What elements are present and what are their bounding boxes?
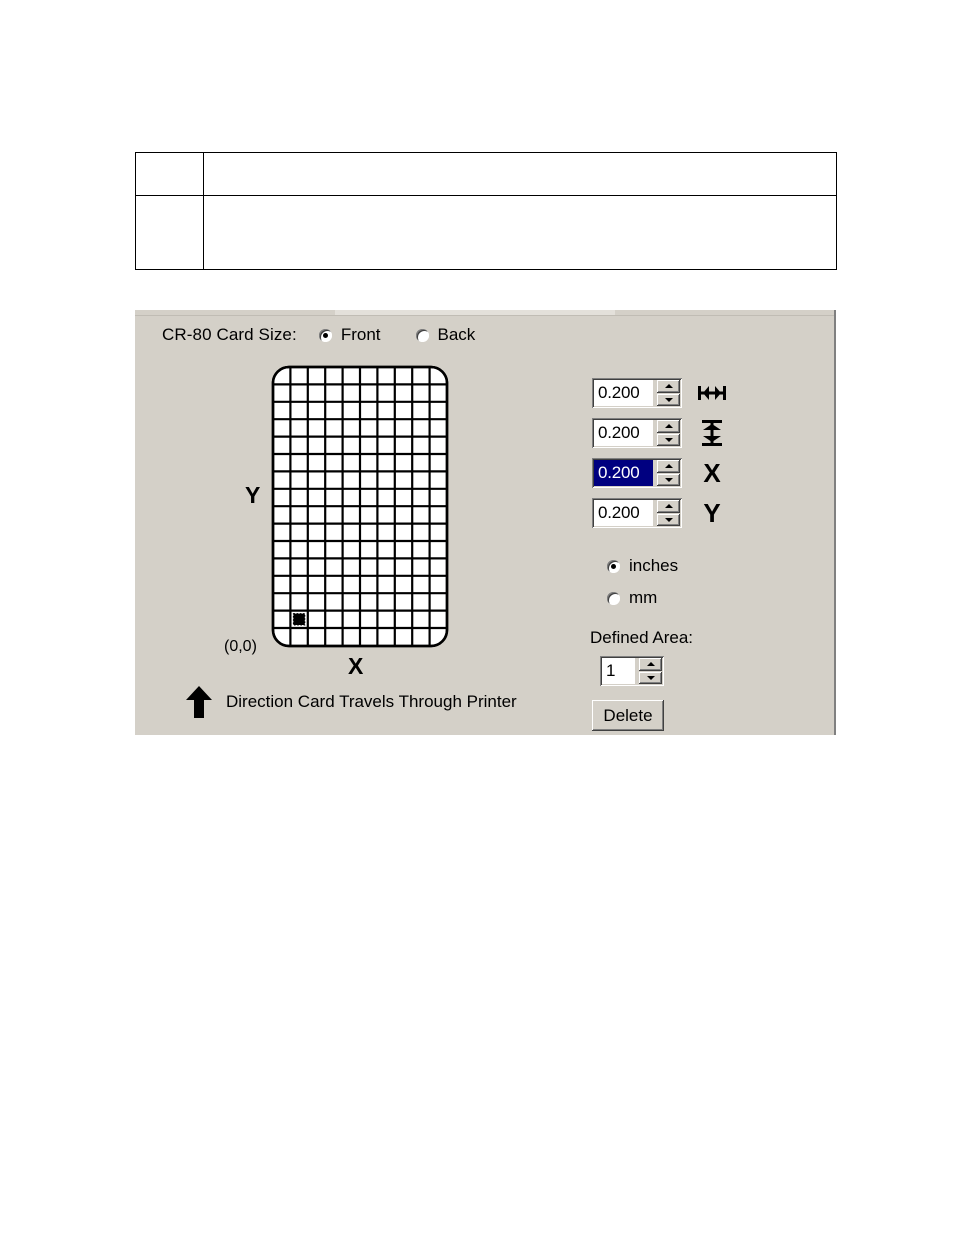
y-position-spinner[interactable]: 0.200 [592,498,682,528]
table-row [136,196,836,269]
height-spin-down-button[interactable] [657,433,680,446]
y-position-spin-down-button[interactable] [657,513,680,526]
defined-area-spin-down-button[interactable] [639,671,662,684]
chevron-up-icon [646,662,655,667]
dimension-row-height: 0.200 [592,418,728,448]
y-axis-label: Y [245,482,261,508]
document-table [135,152,837,270]
y-position-spin-buttons[interactable] [657,500,680,526]
chevron-down-icon [664,477,673,482]
origin-label: (0,0) [224,638,257,655]
table-cell-content [204,196,836,269]
card-size-row: CR-80 Card Size: Front Back [162,325,475,345]
radio-front-label: Front [340,325,381,344]
dimension-row-y: 0.200 Y [592,498,728,528]
radio-mm-label: mm [629,588,658,607]
height-input[interactable]: 0.200 [594,420,653,446]
x-position-input[interactable]: 0.200 [594,460,653,486]
table-cell-label [136,153,204,195]
x-position-spin-down-button[interactable] [657,473,680,486]
chevron-up-icon [664,464,673,469]
radio-inches-dot-icon[interactable] [607,559,620,573]
defined-area-spin-buttons[interactable] [639,658,662,684]
x-position-spin-up-button[interactable] [657,460,680,473]
radio-mm-dot-icon[interactable] [607,591,620,605]
radio-front-dot-icon[interactable] [318,328,332,342]
radio-back-dot-icon[interactable] [415,328,429,342]
x-position-spinner[interactable]: 0.200 [592,458,682,488]
radio-inches-label: inches [629,556,679,575]
defined-area-input[interactable]: 1 [602,658,635,684]
table-row [136,153,836,196]
defined-area-spinner[interactable]: 1 [600,656,664,686]
width-input[interactable]: 0.200 [594,380,653,406]
radio-back[interactable]: Back [415,325,476,345]
width-spin-down-button[interactable] [657,393,680,406]
x-position-spin-buttons[interactable] [657,460,680,486]
y-letter-icon: Y [703,498,721,528]
radio-back-label: Back [437,325,476,344]
width-spinner[interactable]: 0.200 [592,378,682,408]
delete-button[interactable]: Delete [592,700,664,731]
chevron-down-icon [664,517,673,522]
direction-row: Direction Card Travels Through Printer [185,685,517,719]
width-spin-buttons[interactable] [657,380,680,406]
chevron-up-icon [664,424,673,429]
card-size-label: CR-80 Card Size: [162,325,297,344]
chevron-down-icon [646,675,655,680]
up-arrow-icon [186,686,212,718]
radio-front[interactable]: Front [318,325,381,345]
height-spin-up-button[interactable] [657,420,680,433]
horizontal-width-icon [696,383,728,403]
x-letter-icon: X [703,458,721,488]
defined-area-spinner-wrap: 1 [600,656,664,686]
radio-inches[interactable]: inches [607,556,678,576]
card-size-panel: CR-80 Card Size: Front Back Y X (0,0) Di… [135,310,836,735]
radio-mm[interactable]: mm [607,588,678,608]
panel-top-edge [135,315,834,316]
chevron-up-icon [664,384,673,389]
height-spinner[interactable]: 0.200 [592,418,682,448]
vertical-height-icon [696,419,728,447]
units-group: inches mm [607,556,678,620]
table-cell-content [204,153,836,195]
x-axis-label: X [348,653,364,679]
width-spin-up-button[interactable] [657,380,680,393]
y-position-spin-up-button[interactable] [657,500,680,513]
card-preview-grid[interactable] [271,365,449,648]
dimension-row-width: 0.200 [592,378,728,408]
chevron-down-icon [664,397,673,402]
defined-area-spin-up-button[interactable] [639,658,662,671]
height-spin-buttons[interactable] [657,420,680,446]
direction-text: Direction Card Travels Through Printer [226,692,517,711]
dimension-fields: 0.200 0.200 0.200 X 0.200 Y [592,378,728,538]
chevron-up-icon [664,504,673,509]
dimension-row-x: 0.200 X [592,458,728,488]
chevron-down-icon [664,437,673,442]
defined-area-label: Defined Area: [590,628,694,647]
table-cell-label [136,196,204,269]
y-position-input[interactable]: 0.200 [594,500,653,526]
